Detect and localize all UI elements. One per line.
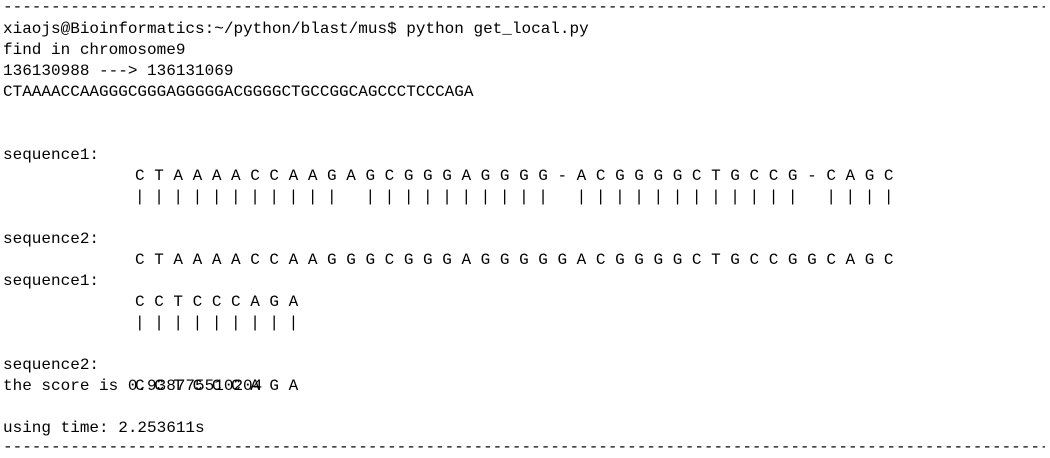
terminal-output: ----------------------------------------… bbox=[3, 0, 1048, 458]
timing-line: using time: 2.253611s bbox=[3, 419, 205, 437]
alignment-block1-seq1-row: sequence1: C T A A A A C C A A G A G C G… bbox=[3, 124, 1048, 185]
match-bars: | | | | | | | | | bbox=[135, 314, 299, 332]
seq1-label: sequence1: bbox=[3, 146, 100, 164]
score-line: the score is 0.938775510204 bbox=[3, 377, 263, 395]
bottom-divider: ----------------------------------------… bbox=[3, 438, 1045, 456]
position-range: 136130988 ---> 136131069 bbox=[3, 62, 234, 80]
seq2-label: sequence2: bbox=[3, 230, 100, 248]
top-divider: ----------------------------------------… bbox=[3, 0, 1045, 16]
seq1-label: sequence1: bbox=[3, 272, 100, 290]
chromosome-line: find in chromosome9 bbox=[3, 41, 186, 59]
alignment-block1-seq2-row: sequence2: C T A A A A C C A A G G G C G… bbox=[3, 208, 1048, 269]
alignment-block2-seq1-row: sequence1: C C T C C C A G A bbox=[3, 250, 1048, 311]
alignment-block1-match-row: | | | | | | | | | | | | | | | | | | | | … bbox=[3, 166, 1048, 206]
command-prompt: xiaojs@Bioinformatics:~/python/blast/mus… bbox=[3, 20, 589, 38]
alignment-block2-seq2-row: sequence2: C C T C C C A G A bbox=[3, 334, 1048, 395]
seq2-label: sequence2: bbox=[3, 356, 100, 374]
alignment-block2-match-row: | | | | | | | | | bbox=[3, 292, 1048, 332]
full-sequence: CTAAAACCAAGGGCGGGAGGGGGACGGGGCTGCCGGCAGC… bbox=[3, 83, 474, 101]
match-bars: | | | | | | | | | | | | | | | | | | | | … bbox=[135, 188, 894, 206]
